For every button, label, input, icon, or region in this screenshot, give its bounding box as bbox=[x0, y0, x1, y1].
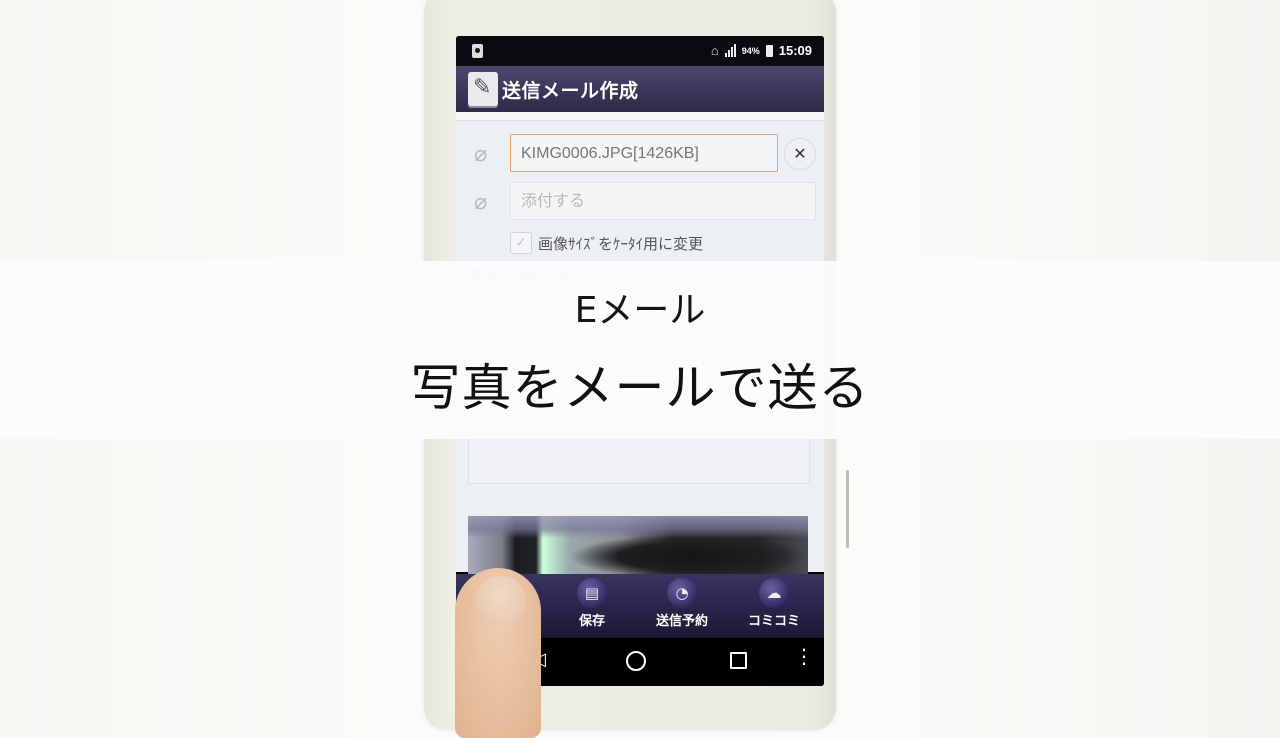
resize-label: 画像ｻｲｽﾞをｹｰﾀｲ用に変更 bbox=[538, 234, 704, 253]
contacts-icon bbox=[472, 44, 483, 58]
add-attachment-field[interactable]: 添付する bbox=[510, 182, 816, 220]
clock: 15:09 bbox=[778, 43, 812, 58]
attachment-row: ⌀ KIMG0006.JPG[1426KB] ✕ bbox=[456, 132, 824, 176]
resize-image-option[interactable]: ✓ 画像ｻｲｽﾞをｹｰﾀｲ用に変更 bbox=[510, 232, 703, 254]
fingernail bbox=[476, 576, 526, 624]
overlay-subtitle: Eメール bbox=[574, 290, 706, 331]
overlay-title: 写真をメールで送る bbox=[410, 359, 870, 417]
nfc-tag-icon: ⌂ bbox=[710, 43, 719, 58]
chat-bubble-icon: ☁ bbox=[759, 578, 789, 608]
attachment-field[interactable]: KIMG0006.JPG[1426KB] bbox=[510, 134, 778, 172]
attachment-row: ⌀ 添付する bbox=[456, 180, 824, 224]
status-bar: ⌂ 94% 15:09 bbox=[456, 36, 824, 66]
page-title: 送信メール作成 bbox=[502, 79, 639, 102]
paperclip-icon: ⌀ bbox=[474, 190, 488, 215]
save-document-icon: ▤ bbox=[577, 578, 607, 608]
close-icon: ✕ bbox=[793, 144, 807, 163]
battery-icon bbox=[765, 44, 773, 57]
compose-pencil-icon bbox=[468, 72, 498, 106]
scheduled-send-clock-icon: ◔ bbox=[667, 578, 697, 608]
signal-icon bbox=[724, 44, 736, 57]
komikomi-button[interactable]: ☁ コミコミ bbox=[734, 578, 814, 629]
battery-percent: 94% bbox=[741, 45, 760, 56]
recent-apps-icon[interactable] bbox=[730, 652, 747, 669]
remove-attachment-button[interactable]: ✕ bbox=[784, 138, 816, 170]
home-icon[interactable] bbox=[626, 651, 646, 671]
paperclip-icon: ⌀ bbox=[474, 142, 488, 167]
resize-checkbox[interactable]: ✓ bbox=[510, 232, 532, 254]
phone-side-button bbox=[846, 470, 849, 548]
save-button[interactable]: ▤ 保存 bbox=[552, 578, 632, 629]
schedule-send-button[interactable]: ◔ 送信予約 bbox=[642, 578, 722, 629]
app-title-bar: 送信メール作成 bbox=[456, 66, 824, 112]
overflow-menu-icon[interactable]: ⋮ bbox=[794, 646, 814, 666]
